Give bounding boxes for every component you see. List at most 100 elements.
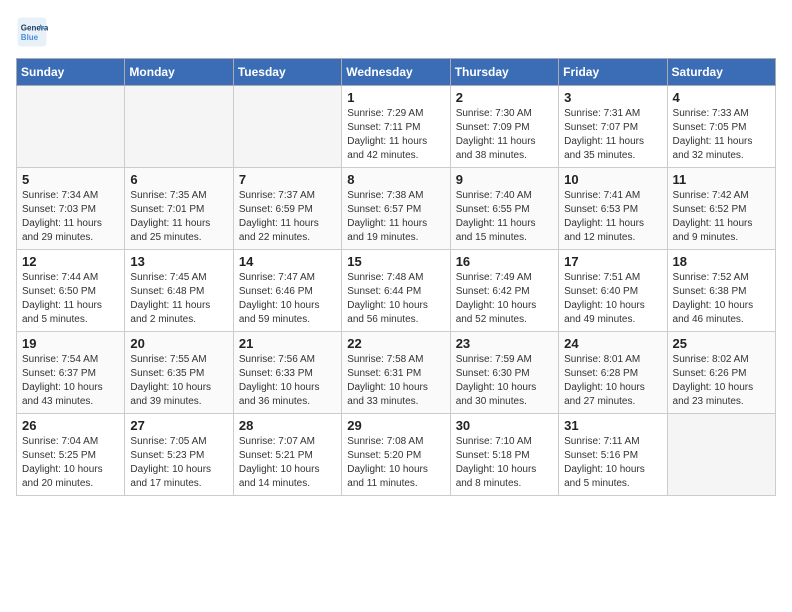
day-number: 27 — [130, 418, 227, 433]
day-info: Sunrise: 7:59 AM Sunset: 6:30 PM Dayligh… — [456, 353, 553, 409]
calendar-cell: 12Sunrise: 7:44 AM Sunset: 6:50 PM Dayli… — [17, 250, 125, 332]
calendar-cell — [667, 414, 775, 496]
calendar-body: 1 Sunrise: 7:29 AM Sunset: 7:11 PM Daylig… — [17, 86, 776, 496]
calendar-cell: 8 Sunrise: 7:38 AM Sunset: 6:57 PM Daylig… — [342, 168, 450, 250]
day-number: 18 — [673, 254, 770, 269]
day-info: Sunrise: 7:49 AM Sunset: 6:42 PM Dayligh… — [456, 271, 553, 327]
page-header: General Blue — [16, 16, 776, 48]
calendar-cell: 22Sunrise: 7:58 AM Sunset: 6:31 PM Dayli… — [342, 332, 450, 414]
day-info: Sunrise: 7:56 AM Sunset: 6:33 PM Dayligh… — [239, 353, 336, 409]
calendar-cell: 30Sunrise: 7:10 AM Sunset: 5:18 PM Dayli… — [450, 414, 558, 496]
calendar-header-row: SundayMondayTuesdayWednesdayThursdayFrid… — [17, 59, 776, 86]
calendar-cell: 1 Sunrise: 7:29 AM Sunset: 7:11 PM Daylig… — [342, 86, 450, 168]
calendar-cell: 23 Sunrise: 7:59 AM Sunset: 6:30 PM Dayli… — [450, 332, 558, 414]
calendar-cell: 11 Sunrise: 7:42 AM Sunset: 6:52 PM Dayli… — [667, 168, 775, 250]
calendar-week-row: 26Sunrise: 7:04 AM Sunset: 5:25 PM Dayli… — [17, 414, 776, 496]
calendar-week-row: 5 Sunrise: 7:34 AM Sunset: 7:03 PM Daylig… — [17, 168, 776, 250]
calendar-cell: 15 Sunrise: 7:48 AM Sunset: 6:44 PM Dayli… — [342, 250, 450, 332]
day-info: Sunrise: 8:01 AM Sunset: 6:28 PM Dayligh… — [564, 353, 661, 409]
day-info: Sunrise: 7:35 AM Sunset: 7:01 PM Dayligh… — [130, 189, 227, 245]
day-number: 5 — [22, 172, 119, 187]
calendar-cell: 26Sunrise: 7:04 AM Sunset: 5:25 PM Dayli… — [17, 414, 125, 496]
day-number: 24 — [564, 336, 661, 351]
calendar-cell: 21 Sunrise: 7:56 AM Sunset: 6:33 PM Dayli… — [233, 332, 341, 414]
day-number: 28 — [239, 418, 336, 433]
svg-text:General: General — [21, 23, 48, 32]
day-number: 15 — [347, 254, 444, 269]
day-info: Sunrise: 7:37 AM Sunset: 6:59 PM Dayligh… — [239, 189, 336, 245]
weekday-header: Wednesday — [342, 59, 450, 86]
day-number: 23 — [456, 336, 553, 351]
calendar-cell: 4Sunrise: 7:33 AM Sunset: 7:05 PM Daylig… — [667, 86, 775, 168]
calendar-cell: 3 Sunrise: 7:31 AM Sunset: 7:07 PM Daylig… — [559, 86, 667, 168]
day-info: Sunrise: 7:31 AM Sunset: 7:07 PM Dayligh… — [564, 107, 661, 163]
day-info: Sunrise: 7:48 AM Sunset: 6:44 PM Dayligh… — [347, 271, 444, 327]
day-info: Sunrise: 7:29 AM Sunset: 7:11 PM Dayligh… — [347, 107, 444, 163]
logo-icon: General Blue — [16, 16, 48, 48]
calendar-week-row: 12Sunrise: 7:44 AM Sunset: 6:50 PM Dayli… — [17, 250, 776, 332]
weekday-header: Sunday — [17, 59, 125, 86]
calendar-cell: 17 Sunrise: 7:51 AM Sunset: 6:40 PM Dayli… — [559, 250, 667, 332]
day-info: Sunrise: 7:40 AM Sunset: 6:55 PM Dayligh… — [456, 189, 553, 245]
day-number: 13 — [130, 254, 227, 269]
calendar-cell: 10 Sunrise: 7:41 AM Sunset: 6:53 PM Dayli… — [559, 168, 667, 250]
calendar-cell — [233, 86, 341, 168]
day-info: Sunrise: 7:30 AM Sunset: 7:09 PM Dayligh… — [456, 107, 553, 163]
calendar-cell: 13 Sunrise: 7:45 AM Sunset: 6:48 PM Dayli… — [125, 250, 233, 332]
day-info: Sunrise: 7:11 AM Sunset: 5:16 PM Dayligh… — [564, 435, 661, 491]
day-info: Sunrise: 7:51 AM Sunset: 6:40 PM Dayligh… — [564, 271, 661, 327]
day-info: Sunrise: 7:45 AM Sunset: 6:48 PM Dayligh… — [130, 271, 227, 327]
calendar-cell: 16 Sunrise: 7:49 AM Sunset: 6:42 PM Dayli… — [450, 250, 558, 332]
calendar-table: SundayMondayTuesdayWednesdayThursdayFrid… — [16, 58, 776, 496]
day-number: 2 — [456, 90, 553, 105]
day-info: Sunrise: 7:47 AM Sunset: 6:46 PM Dayligh… — [239, 271, 336, 327]
day-number: 12 — [22, 254, 119, 269]
calendar-cell: 24 Sunrise: 8:01 AM Sunset: 6:28 PM Dayli… — [559, 332, 667, 414]
day-number: 21 — [239, 336, 336, 351]
svg-text:Blue: Blue — [21, 33, 39, 42]
day-number: 16 — [456, 254, 553, 269]
calendar-cell: 2 Sunrise: 7:30 AM Sunset: 7:09 PM Daylig… — [450, 86, 558, 168]
day-number: 17 — [564, 254, 661, 269]
day-number: 11 — [673, 172, 770, 187]
calendar-cell: 7Sunrise: 7:37 AM Sunset: 6:59 PM Daylig… — [233, 168, 341, 250]
day-info: Sunrise: 7:10 AM Sunset: 5:18 PM Dayligh… — [456, 435, 553, 491]
day-info: Sunrise: 7:05 AM Sunset: 5:23 PM Dayligh… — [130, 435, 227, 491]
calendar-cell: 6 Sunrise: 7:35 AM Sunset: 7:01 PM Daylig… — [125, 168, 233, 250]
day-number: 3 — [564, 90, 661, 105]
calendar-week-row: 1 Sunrise: 7:29 AM Sunset: 7:11 PM Daylig… — [17, 86, 776, 168]
day-number: 8 — [347, 172, 444, 187]
day-number: 10 — [564, 172, 661, 187]
day-info: Sunrise: 7:08 AM Sunset: 5:20 PM Dayligh… — [347, 435, 444, 491]
day-info: Sunrise: 7:41 AM Sunset: 6:53 PM Dayligh… — [564, 189, 661, 245]
calendar-cell: 19 Sunrise: 7:54 AM Sunset: 6:37 PM Dayli… — [17, 332, 125, 414]
calendar-cell: 31 Sunrise: 7:11 AM Sunset: 5:16 PM Dayli… — [559, 414, 667, 496]
day-info: Sunrise: 7:52 AM Sunset: 6:38 PM Dayligh… — [673, 271, 770, 327]
day-number: 19 — [22, 336, 119, 351]
calendar-cell — [17, 86, 125, 168]
day-info: Sunrise: 8:02 AM Sunset: 6:26 PM Dayligh… — [673, 353, 770, 409]
day-number: 31 — [564, 418, 661, 433]
day-info: Sunrise: 7:42 AM Sunset: 6:52 PM Dayligh… — [673, 189, 770, 245]
day-info: Sunrise: 7:34 AM Sunset: 7:03 PM Dayligh… — [22, 189, 119, 245]
day-info: Sunrise: 7:33 AM Sunset: 7:05 PM Dayligh… — [673, 107, 770, 163]
weekday-header: Thursday — [450, 59, 558, 86]
day-info: Sunrise: 7:04 AM Sunset: 5:25 PM Dayligh… — [22, 435, 119, 491]
calendar-cell: 20Sunrise: 7:55 AM Sunset: 6:35 PM Dayli… — [125, 332, 233, 414]
day-number: 20 — [130, 336, 227, 351]
day-number: 14 — [239, 254, 336, 269]
calendar-cell: 29Sunrise: 7:08 AM Sunset: 5:20 PM Dayli… — [342, 414, 450, 496]
calendar-cell: 18 Sunrise: 7:52 AM Sunset: 6:38 PM Dayli… — [667, 250, 775, 332]
day-number: 25 — [673, 336, 770, 351]
calendar-cell: 25 Sunrise: 8:02 AM Sunset: 6:26 PM Dayli… — [667, 332, 775, 414]
day-info: Sunrise: 7:54 AM Sunset: 6:37 PM Dayligh… — [22, 353, 119, 409]
day-info: Sunrise: 7:38 AM Sunset: 6:57 PM Dayligh… — [347, 189, 444, 245]
day-number: 22 — [347, 336, 444, 351]
day-number: 9 — [456, 172, 553, 187]
weekday-header: Tuesday — [233, 59, 341, 86]
calendar-cell: 9 Sunrise: 7:40 AM Sunset: 6:55 PM Daylig… — [450, 168, 558, 250]
day-number: 6 — [130, 172, 227, 187]
calendar-cell: 5 Sunrise: 7:34 AM Sunset: 7:03 PM Daylig… — [17, 168, 125, 250]
calendar-cell: 14 Sunrise: 7:47 AM Sunset: 6:46 PM Dayli… — [233, 250, 341, 332]
day-number: 1 — [347, 90, 444, 105]
